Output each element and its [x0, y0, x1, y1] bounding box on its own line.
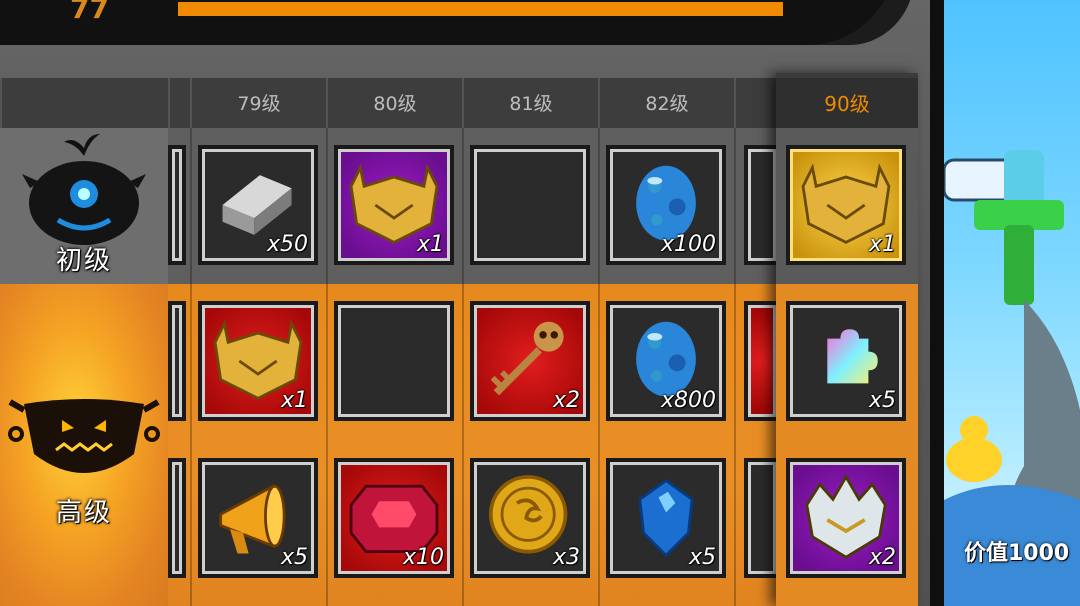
reward-slot[interactable]: x2: [470, 301, 590, 421]
level-header-79: 79级: [190, 78, 326, 128]
header-spacer: [0, 78, 170, 128]
level-header-81: 81级: [462, 78, 598, 128]
tier-label-basic: 初级: [55, 246, 112, 276]
reward-slot[interactable]: x800: [606, 301, 726, 421]
partial-item-cell[interactable]: [168, 301, 186, 421]
item-quantity: x2: [552, 388, 580, 413]
promo-value-text: 价值1000: [964, 541, 1070, 566]
partial-item-cell[interactable]: [168, 458, 186, 578]
partial-item-cell[interactable]: [168, 145, 186, 265]
column-divider: [190, 128, 192, 606]
reward-slot[interactable]: x1: [786, 145, 906, 265]
level-header-80: 80级: [326, 78, 462, 128]
item-quantity: x10: [402, 545, 444, 570]
level-header-82: 82级: [598, 78, 734, 128]
item-quantity: x1: [280, 388, 308, 413]
reward-slot[interactable]: x10: [334, 458, 454, 578]
tier-basic[interactable]: 初级: [0, 128, 168, 284]
reward-slot[interactable]: x5: [786, 301, 906, 421]
item-quantity: x50: [266, 232, 308, 257]
reward-slot[interactable]: x5: [198, 458, 318, 578]
level-header-90: 90级: [776, 78, 918, 128]
item-quantity: x1: [868, 232, 896, 257]
panel-divider: [930, 0, 944, 606]
item-quantity: x5: [868, 388, 896, 413]
partial-item-cell[interactable]: [744, 458, 780, 578]
empty-slot[interactable]: [470, 145, 590, 265]
promo-banner[interactable]: 价值1000: [944, 0, 1080, 606]
tier-label-advanced: 高级: [55, 498, 112, 528]
tier-advanced[interactable]: 高级: [0, 284, 168, 606]
item-quantity: x2: [868, 545, 896, 570]
item-quantity: x5: [688, 545, 716, 570]
item-quantity: x3: [552, 545, 580, 570]
experience-progress-bar: [178, 2, 783, 16]
reward-slot[interactable]: x50: [198, 145, 318, 265]
reward-slot[interactable]: x3: [470, 458, 590, 578]
column-divider: [734, 128, 736, 606]
column-divider: [326, 128, 328, 606]
partial-item-cell[interactable]: [744, 145, 780, 265]
reward-slot[interactable]: x5: [606, 458, 726, 578]
item-quantity: x1: [416, 232, 444, 257]
horned-pot-monster-icon: [8, 399, 160, 473]
reward-board: 77 79级 80级 81级 82级 初级 高级 x50 x1 x100 x1 …: [0, 0, 940, 606]
item-quantity: x800: [660, 388, 716, 413]
reward-slot[interactable]: x1: [334, 145, 454, 265]
reward-slot[interactable]: x2: [786, 458, 906, 578]
item-quantity: x100: [660, 232, 716, 257]
reward-slot[interactable]: x100: [606, 145, 726, 265]
reward-slot[interactable]: x1: [198, 301, 318, 421]
column-divider: [598, 128, 600, 606]
item-quantity: x5: [280, 545, 308, 570]
empty-slot[interactable]: [334, 301, 454, 421]
column-divider: [462, 128, 464, 606]
water-gun-character-art: [944, 150, 1080, 606]
header-partial: [168, 78, 192, 128]
partial-item-cell[interactable]: [744, 301, 780, 421]
player-level: 77: [70, 0, 109, 25]
